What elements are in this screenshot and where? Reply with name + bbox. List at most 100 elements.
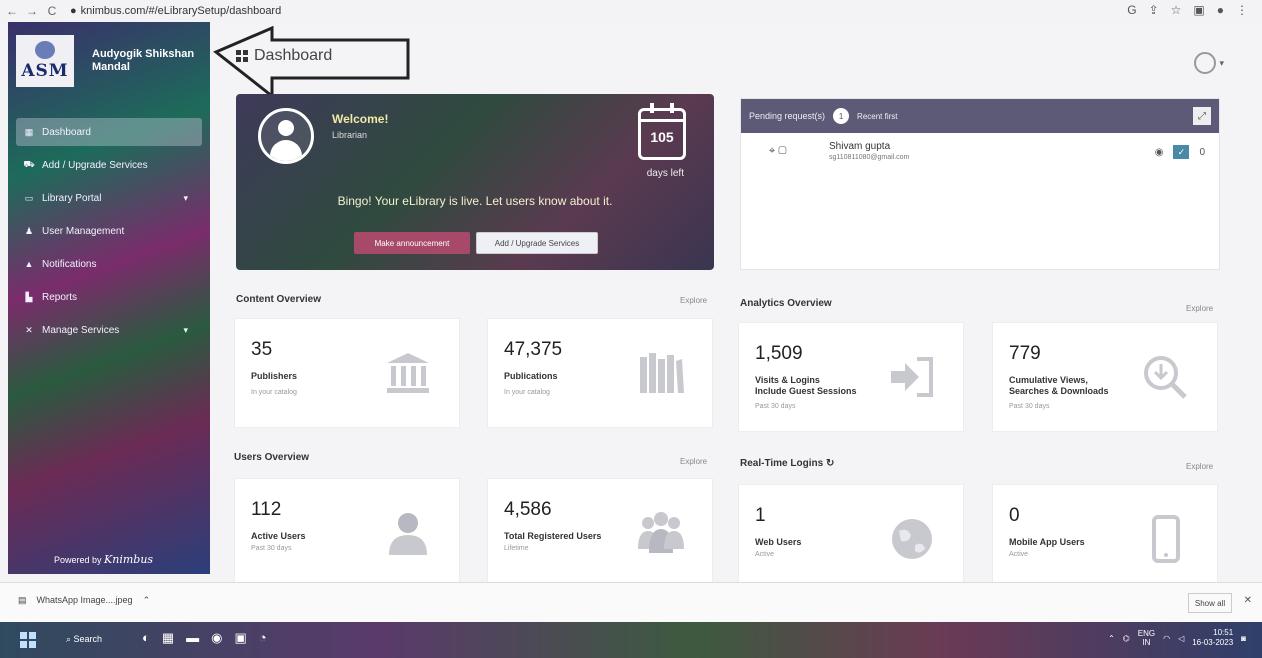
browser-actions: G ⇪ ☆ ▣ ● ⋮ bbox=[1127, 3, 1248, 17]
download-filename: WhatsApp Image....jpeg bbox=[36, 595, 133, 605]
expand-icon[interactable]: ⤢ bbox=[1193, 107, 1211, 125]
visits-label-line1: Visits & Logins bbox=[755, 375, 820, 385]
chevron-up-icon[interactable]: ⌃ bbox=[143, 595, 151, 606]
volume-icon[interactable]: ◁ bbox=[1178, 634, 1184, 643]
taskbar-search-label: Search bbox=[73, 634, 103, 644]
download-item[interactable]: ▤ WhatsApp Image....jpeg ⌃ bbox=[18, 595, 150, 606]
publications-card[interactable]: 47,375 Publications In your catalog bbox=[487, 318, 713, 428]
back-button[interactable]: ← bbox=[4, 4, 20, 18]
sidebar-item-add-upgrade[interactable]: ⛟ Add / Upgrade Services bbox=[16, 151, 202, 179]
folder-icon[interactable]: ▬ bbox=[186, 630, 199, 646]
web-users-label: Web Users bbox=[755, 537, 802, 547]
group-icon bbox=[638, 512, 684, 553]
views-sub: Past 30 days bbox=[1009, 403, 1050, 410]
star-icon[interactable]: ☆ bbox=[1171, 3, 1182, 17]
seal-icon bbox=[35, 41, 55, 59]
visits-logins-card[interactable]: 1,509 Visits & Logins Include Guest Sess… bbox=[738, 322, 964, 432]
web-users-sub: Active bbox=[755, 551, 775, 558]
address-bar[interactable]: ● knimbus.com/#/eLibrarySetup/dashboard bbox=[70, 5, 281, 17]
browser-app-icon[interactable]: ◔ bbox=[259, 630, 267, 646]
user-icon bbox=[389, 513, 427, 555]
bank-icon bbox=[387, 353, 429, 393]
active-users-value: 112 bbox=[251, 499, 282, 520]
sidebar-item-library-portal[interactable]: ▭ Library Portal ▾ bbox=[16, 184, 202, 212]
tools-icon: ✕ bbox=[25, 324, 33, 335]
registered-users-label: Total Registered Users bbox=[504, 531, 602, 541]
brand-name-line2: Mandal bbox=[92, 61, 130, 73]
sidebar-item-notifications[interactable]: ▲ Notifications bbox=[16, 250, 202, 278]
web-users-value: 1 bbox=[755, 505, 766, 526]
views-label: Cumulative Views, Searches & Downloads bbox=[1009, 375, 1109, 397]
content-explore-link[interactable]: Explore bbox=[680, 296, 707, 305]
user-avatar-icon[interactable] bbox=[1194, 52, 1216, 74]
sidebar-item-user-management[interactable]: ♟ User Management bbox=[16, 217, 202, 245]
make-announcement-button[interactable]: Make announcement bbox=[354, 232, 470, 254]
lock-icon: ● bbox=[70, 5, 77, 17]
request-actions: ◉ ✓ 0 bbox=[1155, 145, 1205, 159]
sidebar-item-dashboard[interactable]: ▦ Dashboard bbox=[16, 118, 202, 146]
sidebar-item-label: Reports bbox=[42, 291, 78, 303]
sort-recent-first[interactable]: Recent first bbox=[857, 112, 897, 121]
reload-button[interactable]: C bbox=[44, 4, 60, 18]
monitor-icon: ▭ bbox=[24, 192, 34, 203]
powered-by-brand: Knimbus bbox=[104, 553, 154, 566]
page-title: Dashboard bbox=[236, 47, 332, 65]
screen: ← → C ● knimbus.com/#/eLibrarySetup/dash… bbox=[0, 0, 1262, 658]
forward-button[interactable]: → bbox=[24, 4, 40, 18]
users-explore-link[interactable]: Explore bbox=[680, 457, 707, 466]
welcome-card: Welcome! Librarian 105 days left Bingo! … bbox=[236, 94, 714, 270]
visits-label: Visits & Logins Include Guest Sessions bbox=[755, 375, 857, 397]
publishers-card[interactable]: 35 Publishers In your catalog bbox=[234, 318, 460, 428]
taskbar-search[interactable]: ⌕ Search bbox=[66, 634, 102, 645]
windows-start-icon[interactable] bbox=[20, 632, 36, 648]
chrome-icon[interactable]: ◉ bbox=[211, 630, 222, 646]
notification-icon[interactable]: ◙ bbox=[1241, 634, 1246, 643]
share-icon[interactable]: ⇪ bbox=[1149, 3, 1159, 17]
analytics-explore-link[interactable]: Explore bbox=[1186, 304, 1213, 313]
pending-title: Pending request(s) bbox=[749, 111, 826, 121]
clock[interactable]: 10:51 16-03-2023 bbox=[1192, 628, 1233, 648]
registered-users-card[interactable]: 4,586 Total Registered Users Lifetime bbox=[487, 478, 713, 588]
sidebar-item-reports[interactable]: ▙ Reports bbox=[16, 283, 202, 311]
taskbar: ⌕ Search ◐ ▦ ▬ ◉ ▣ ◔ ⌃ ⌬ ENG IN ◠ ◁ 10:5… bbox=[0, 622, 1262, 658]
web-users-card[interactable]: 1 Web Users Active bbox=[738, 484, 964, 594]
app-icon[interactable]: ▣ bbox=[235, 630, 247, 646]
refresh-icon[interactable]: ↻ bbox=[826, 458, 834, 469]
downloads-bar: ▤ WhatsApp Image....jpeg ⌃ Show all ✕ bbox=[0, 582, 1262, 622]
bell-icon: ▲ bbox=[24, 259, 34, 269]
menu-dots-icon[interactable]: ⋮ bbox=[1236, 3, 1248, 17]
wifi-icon[interactable]: ◠ bbox=[1163, 634, 1170, 643]
dashboard-icon: ▦ bbox=[24, 126, 34, 137]
logo: ASM bbox=[16, 35, 74, 87]
edge-icon[interactable]: ◐ bbox=[142, 630, 150, 646]
network-icon[interactable]: ⌬ bbox=[1123, 634, 1130, 643]
pending-requests-header: Pending request(s) 1 Recent first ⤢ bbox=[741, 99, 1219, 133]
download-search-icon bbox=[1144, 356, 1187, 399]
caret-down-icon[interactable]: ▾ bbox=[1219, 58, 1224, 69]
store-icon[interactable]: ▦ bbox=[162, 630, 174, 646]
profile-icon[interactable]: ● bbox=[1217, 3, 1224, 17]
active-users-sub: Past 30 days bbox=[251, 545, 292, 552]
sidebar-item-manage-services[interactable]: ✕ Manage Services ▾ bbox=[16, 316, 202, 344]
realtime-logins-title: Real-Time Logins ↻ bbox=[740, 458, 834, 469]
tab-icon[interactable]: ▣ bbox=[1193, 3, 1204, 17]
request-email: sg110811080@gmail.com bbox=[829, 154, 910, 161]
pending-requests-panel: Pending request(s) 1 Recent first ⤢ ⌖ ▢ … bbox=[740, 98, 1220, 270]
realtime-explore-link[interactable]: Explore bbox=[1186, 462, 1213, 471]
add-upgrade-services-button[interactable]: Add / Upgrade Services bbox=[476, 232, 598, 254]
view-icon[interactable]: ◉ bbox=[1155, 147, 1164, 158]
sidebar-item-label: Add / Upgrade Services bbox=[42, 159, 148, 171]
chevron-down-icon: ▾ bbox=[183, 192, 188, 203]
active-users-card[interactable]: 112 Active Users Past 30 days bbox=[234, 478, 460, 588]
views-downloads-card[interactable]: 779 Cumulative Views, Searches & Downloa… bbox=[992, 322, 1218, 432]
show-all-button[interactable]: Show all bbox=[1188, 593, 1232, 613]
language-indicator[interactable]: ENG IN bbox=[1138, 629, 1155, 647]
close-icon[interactable]: ✕ bbox=[1244, 595, 1252, 606]
mobile-users-sub: Active bbox=[1009, 551, 1029, 558]
tray-chevron-icon[interactable]: ⌃ bbox=[1108, 634, 1115, 643]
chart-icon: ▙ bbox=[25, 291, 33, 302]
google-icon[interactable]: G bbox=[1127, 3, 1136, 17]
approve-checkbox[interactable]: ✓ bbox=[1173, 145, 1190, 159]
publications-label: Publications bbox=[504, 371, 558, 381]
mobile-users-card[interactable]: 0 Mobile App Users Active bbox=[992, 484, 1218, 594]
